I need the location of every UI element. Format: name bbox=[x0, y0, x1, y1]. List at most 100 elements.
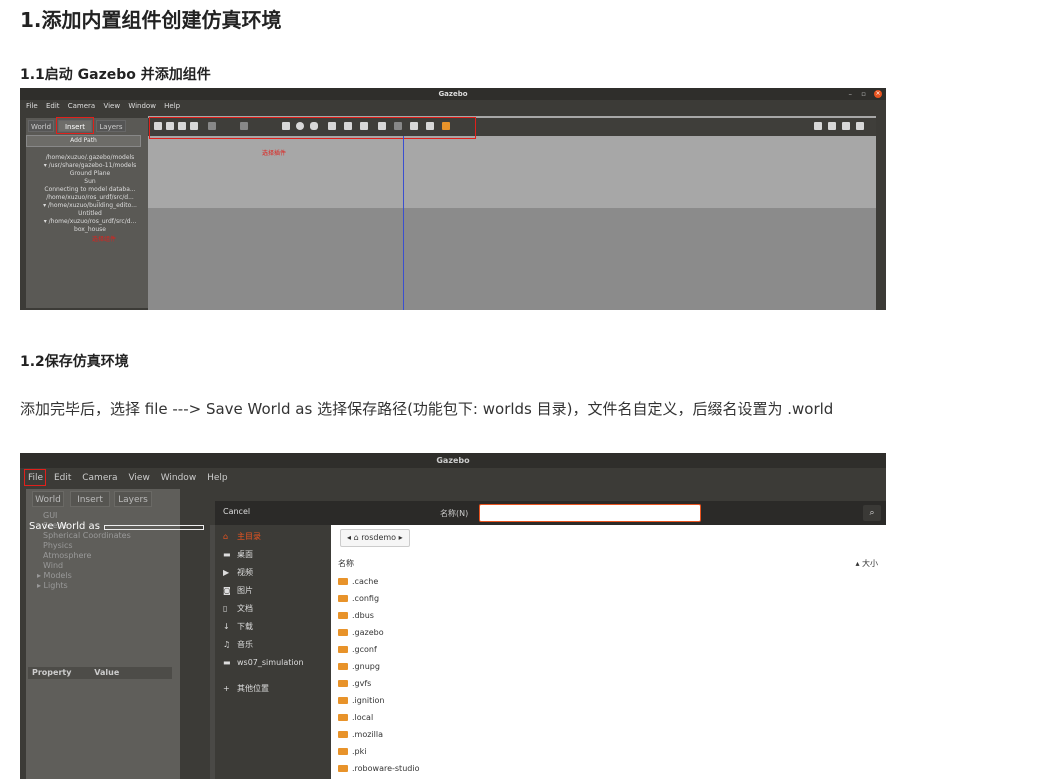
menu-bar: File Edit Camera View Window Help bbox=[20, 471, 228, 485]
file-column-header: 名称 ▴ 大小 bbox=[338, 558, 878, 569]
file-row[interactable]: .gconf bbox=[338, 641, 377, 658]
tab-world[interactable]: World bbox=[32, 491, 64, 507]
folder-icon bbox=[338, 646, 348, 653]
tree-item[interactable]: ▸ Models bbox=[37, 571, 131, 581]
place-downloads[interactable]: ↓ 下载 bbox=[223, 618, 253, 635]
tree-item[interactable]: Atmosphere bbox=[43, 551, 131, 561]
menu-help[interactable]: Help bbox=[164, 102, 180, 110]
tree-item[interactable]: ▸ Lights bbox=[37, 581, 131, 591]
download-icon: ↓ bbox=[223, 622, 230, 631]
menu-window[interactable]: Window bbox=[161, 471, 197, 485]
menu-edit[interactable]: Edit bbox=[54, 471, 71, 485]
list-item[interactable]: Connecting to model databa... bbox=[30, 186, 150, 194]
folder-icon bbox=[338, 697, 348, 704]
place-other-locations[interactable]: + 其他位置 bbox=[223, 680, 269, 697]
folder-icon bbox=[338, 731, 348, 738]
highlight-insert-tab bbox=[56, 117, 94, 134]
file-row[interactable]: .gvfs bbox=[338, 675, 371, 692]
menu-bar: File Edit Camera View Window Help bbox=[20, 102, 180, 114]
annotation-select-component: 选择组件 bbox=[92, 236, 117, 243]
tab-insert[interactable]: Insert bbox=[70, 491, 110, 507]
folder-icon bbox=[338, 629, 348, 636]
list-item[interactable]: /home/xuzuo/.gazebo/models bbox=[30, 154, 150, 162]
column-name[interactable]: 名称 bbox=[338, 559, 354, 568]
page-title: 1.添加内置组件创建仿真环境 bbox=[20, 8, 282, 32]
list-item[interactable]: Untitled bbox=[30, 210, 150, 218]
window-title: Gazebo bbox=[20, 453, 886, 468]
place-desktop[interactable]: ▬ 桌面 bbox=[223, 546, 253, 563]
minimize-icon[interactable]: – bbox=[849, 90, 853, 98]
tab-world[interactable]: World bbox=[28, 120, 54, 132]
file-row[interactable]: .ignition bbox=[338, 692, 384, 709]
section-heading-save-world: 1.2保存仿真环境 bbox=[20, 354, 129, 370]
folder-icon: ▬ bbox=[223, 550, 231, 559]
file-row[interactable]: .gazebo bbox=[338, 624, 384, 641]
place-home[interactable]: ⌂ 主目录 bbox=[223, 528, 261, 545]
file-row[interactable]: .local bbox=[338, 709, 373, 726]
menu-view[interactable]: View bbox=[103, 102, 120, 110]
window-title: Gazebo bbox=[20, 88, 886, 100]
place-pictures[interactable]: ◙ 图片 bbox=[223, 582, 253, 599]
folder-icon bbox=[338, 612, 348, 619]
close-icon[interactable]: × bbox=[874, 90, 882, 98]
3d-scene-view bbox=[148, 116, 876, 310]
menu-window[interactable]: Window bbox=[128, 102, 156, 110]
place-music[interactable]: ♫ 音乐 bbox=[223, 636, 253, 653]
tree-item[interactable]: Spherical Coordinates bbox=[43, 531, 131, 541]
log-icon[interactable] bbox=[828, 122, 836, 130]
chevron-left-icon[interactable]: ◂ bbox=[347, 533, 351, 542]
instruction-paragraph: 添加完毕后，选择 file ---> Save World as 选择保存路径(… bbox=[20, 400, 834, 418]
menu-edit[interactable]: Edit bbox=[46, 102, 60, 110]
tree-item[interactable]: GUI bbox=[43, 511, 131, 521]
video-record-icon[interactable] bbox=[856, 122, 864, 130]
tab-layers[interactable]: Layers bbox=[114, 491, 152, 507]
section-heading-start-gazebo: 1.1启动 Gazebo 并添加组件 bbox=[20, 67, 211, 83]
list-item[interactable]: /home/xuzuo/ros_urdf/src/d... bbox=[30, 194, 150, 202]
cancel-button[interactable]: Cancel bbox=[223, 507, 250, 516]
folder-icon bbox=[338, 765, 348, 772]
place-ws07-simulation[interactable]: ▬ ws07_simulation bbox=[223, 654, 304, 671]
file-row[interactable]: .config bbox=[338, 590, 379, 607]
search-icon[interactable]: ⌕ bbox=[863, 505, 881, 521]
file-row[interactable]: .gnupg bbox=[338, 658, 380, 675]
home-icon: ⌂ bbox=[223, 532, 229, 541]
plot-icon[interactable] bbox=[842, 122, 850, 130]
file-row[interactable]: .dbus bbox=[338, 607, 374, 624]
menu-camera[interactable]: Camera bbox=[82, 471, 117, 485]
list-item[interactable]: ▾ /home/xuzuo/ros_urdf/src/d... bbox=[30, 218, 150, 226]
file-row[interactable]: .mozilla bbox=[338, 726, 383, 743]
file-row[interactable]: .pki bbox=[338, 743, 366, 760]
folder-icon bbox=[338, 595, 348, 602]
list-item[interactable]: ▾ /usr/share/gazebo-11/models bbox=[30, 162, 150, 170]
list-item[interactable]: box_house bbox=[30, 226, 150, 234]
place-videos[interactable]: ▶ 视频 bbox=[223, 564, 253, 581]
save-world-as-label[interactable]: Save World as bbox=[29, 521, 100, 532]
file-row[interactable]: .cache bbox=[338, 573, 378, 590]
screenshot-icon[interactable] bbox=[814, 122, 822, 130]
folder-icon bbox=[338, 748, 348, 755]
camera-icon: ◙ bbox=[223, 586, 231, 595]
menu-file[interactable]: File bbox=[26, 102, 38, 110]
file-name-input[interactable] bbox=[479, 504, 701, 522]
menu-camera[interactable]: Camera bbox=[68, 102, 95, 110]
column-size[interactable]: ▴ 大小 bbox=[855, 558, 878, 569]
highlight-file-menu bbox=[24, 469, 46, 486]
tree-item[interactable]: Wind bbox=[43, 561, 131, 571]
add-path-button[interactable]: Add Path bbox=[26, 135, 141, 147]
annotation-select-plugin: 选择插件 bbox=[262, 150, 287, 157]
place-documents[interactable]: ▯ 文档 bbox=[223, 600, 253, 617]
list-item[interactable]: Ground Plane bbox=[30, 170, 150, 178]
tab-layers[interactable]: Layers bbox=[96, 120, 126, 132]
gazebo-save-screenshot: Gazebo File Edit Camera View Window Help… bbox=[20, 453, 886, 779]
breadcrumb[interactable]: ◂ ⌂ rosdemo ▸ bbox=[340, 529, 410, 547]
list-item[interactable]: Sun bbox=[30, 178, 150, 186]
menu-help[interactable]: Help bbox=[207, 471, 228, 485]
tree-item[interactable]: Physics bbox=[43, 541, 131, 551]
list-item[interactable]: ▾ /home/xuzuo/building_edito... bbox=[30, 202, 150, 210]
name-label: 名称(N) bbox=[440, 509, 469, 518]
chevron-right-icon[interactable]: ▸ bbox=[399, 533, 403, 542]
file-row[interactable]: .roboware-studio bbox=[338, 760, 419, 777]
maximize-icon[interactable]: ▫ bbox=[861, 90, 866, 98]
music-icon: ♫ bbox=[223, 640, 231, 649]
menu-view[interactable]: View bbox=[128, 471, 149, 485]
